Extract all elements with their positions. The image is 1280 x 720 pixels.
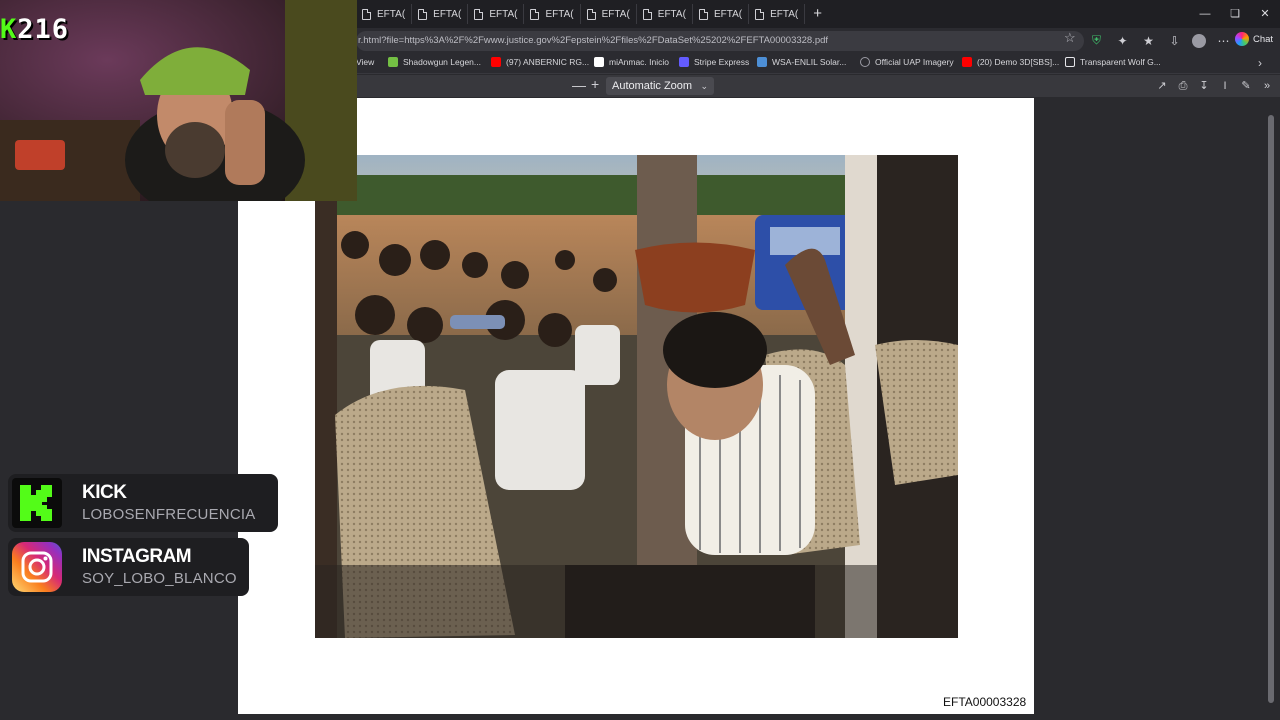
tab-label: EFTA( — [713, 8, 743, 20]
browser-tab[interactable]: EFTA( — [637, 4, 693, 24]
screen: EFTA( EFTA( EFTA( EFTA( EFTA( EFTA( EFTA… — [0, 0, 1280, 720]
bookmark-item[interactable]: (97) ANBERNIC RG... — [491, 57, 589, 67]
bookmark-label: Official UAP Imagery — [875, 57, 954, 67]
draw-tool-icon[interactable]: ✎ — [1241, 78, 1251, 94]
pdf-tool-icons: ↗ ⎙ ↧ I ✎ » — [1157, 78, 1272, 94]
tab-label: EFTA( — [770, 8, 799, 20]
bookmark-star-icon[interactable]: ☆ — [1064, 30, 1076, 46]
r-logo-icon — [594, 57, 604, 67]
favorites-icon[interactable]: ★ — [1140, 32, 1157, 49]
instagram-title: INSTAGRAM — [82, 546, 192, 567]
instagram-handle: SOY_LOBO_BLANCO — [82, 570, 237, 587]
kick-social-card: KICK LOBOSENFRECUENCIA — [8, 474, 278, 532]
bookmark-item[interactable]: miAnmac. Inicio — [594, 57, 669, 67]
document-photo — [315, 155, 958, 638]
globe-icon — [860, 57, 870, 67]
kick-k-icon: K — [0, 14, 18, 45]
pdf-doc-icon — [698, 8, 708, 20]
webcam-overlay: K216 — [0, 0, 357, 201]
browser-tab[interactable]: EFTA( — [581, 4, 637, 24]
bookmark-label: miAnmac. Inicio — [609, 57, 669, 67]
tab-label: EFTA( — [377, 8, 406, 20]
tab-label: EFTA( — [545, 8, 574, 20]
kick-handle: LOBOSENFRECUENCIA — [82, 506, 256, 523]
browser-tab[interactable]: EFTA( — [468, 4, 525, 24]
noaa-icon — [757, 57, 767, 67]
copilot-logo-icon — [1235, 32, 1249, 46]
bookmark-label: View — [356, 57, 375, 67]
text-tool-icon[interactable]: I — [1220, 78, 1230, 94]
open-external-icon[interactable]: ↗ — [1157, 78, 1167, 94]
zoom-out-button[interactable]: — — [572, 77, 586, 93]
save-icon[interactable]: ↧ — [1199, 78, 1209, 94]
bookmark-item[interactable]: Stripe Express — [679, 57, 749, 67]
instagram-social-card: INSTAGRAM SOY_LOBO_BLANCO — [8, 538, 249, 596]
extensions-puzzle-icon[interactable]: ✦ — [1114, 32, 1131, 49]
bookmark-item[interactable]: Transparent Wolf G... — [1065, 57, 1161, 67]
minimize-button[interactable]: — — [1190, 0, 1220, 28]
shield-extension-icon[interactable]: ⛨ — [1088, 32, 1105, 49]
zoom-in-button[interactable]: + — [591, 76, 599, 92]
document-id-label: EFTA00003328 — [943, 695, 1027, 709]
pdf-doc-icon — [586, 8, 596, 20]
copilot-chat-button[interactable]: Chat — [1235, 32, 1273, 46]
restore-button[interactable]: ❏ — [1220, 0, 1250, 28]
bookmark-label: Shadowgun Legen... — [403, 57, 481, 67]
address-bar[interactable]: r.html?file=https%3A%2F%2Fwww.justice.go… — [356, 31, 1084, 51]
stripe-icon — [679, 57, 689, 67]
downloads-icon[interactable]: ⇩ — [1166, 32, 1183, 49]
kick-title: KICK — [82, 482, 127, 503]
bookmark-label: WSA-ENLIL Solar... — [772, 57, 847, 67]
tab-label: EFTA( — [601, 8, 630, 20]
bus-interior-photo — [315, 155, 958, 638]
kick-follower-counter: K216 — [0, 14, 69, 45]
zoom-value: Automatic Zoom — [612, 80, 693, 92]
pdf-doc-icon — [642, 8, 652, 20]
pdf-doc-icon — [530, 8, 540, 20]
close-window-button[interactable]: ✕ — [1250, 0, 1280, 28]
bookmark-item[interactable]: Shadowgun Legen... — [388, 57, 481, 67]
bookmark-item[interactable]: Official UAP Imagery — [860, 57, 954, 67]
android-icon — [388, 57, 398, 67]
bookmark-label: Transparent Wolf G... — [1080, 57, 1161, 67]
browser-tab-active[interactable]: EFTA( — [749, 4, 806, 24]
bookmark-item[interactable]: View — [356, 57, 374, 67]
chat-label: Chat — [1253, 33, 1274, 45]
kick-logo-icon — [12, 478, 62, 528]
tab-label: EFTA( — [489, 8, 518, 20]
new-tab-button[interactable]: + — [805, 4, 830, 24]
chevron-down-icon: ⌄ — [700, 81, 708, 91]
youtube-icon — [962, 57, 972, 67]
print-icon[interactable]: ⎙ — [1178, 78, 1188, 94]
more-menu-icon[interactable]: ⋯ — [1215, 32, 1232, 49]
pdf-doc-icon — [755, 8, 765, 20]
bookmarks-overflow-chevron-icon[interactable]: › — [1258, 56, 1262, 70]
browser-tab[interactable]: EFTA( — [524, 4, 581, 24]
tab-label: EFTA( — [657, 8, 686, 20]
profile-avatar-icon[interactable] — [1192, 33, 1206, 48]
instagram-logo-icon — [12, 542, 62, 592]
youtube-icon — [491, 57, 501, 67]
bookmark-item[interactable]: WSA-ENLIL Solar... — [757, 57, 846, 67]
browser-tab[interactable]: EFTA( — [412, 4, 469, 24]
bookmark-label: (97) ANBERNIC RG... — [506, 57, 590, 67]
tab-label: EFTA( — [433, 8, 462, 20]
bookmark-label: (20) Demo 3D[SBS]... — [977, 57, 1060, 67]
window-controls: — ❏ ✕ — [1190, 0, 1280, 28]
vertical-scrollbar[interactable] — [1268, 115, 1274, 703]
pdf-doc-icon — [418, 8, 428, 20]
follower-count: 216 — [17, 14, 70, 45]
zoom-select[interactable]: Automatic Zoom ⌄ — [606, 77, 714, 95]
pdf-doc-icon — [362, 8, 371, 20]
pdf-doc-icon — [474, 8, 484, 20]
browser-tab[interactable]: EFTA( — [356, 4, 413, 24]
tab-list: EFTA( EFTA( EFTA( EFTA( EFTA( EFTA( EFTA… — [356, 4, 830, 24]
browser-tab[interactable]: EFTA( — [693, 4, 750, 24]
bookmark-item[interactable]: (20) Demo 3D[SBS]... — [962, 57, 1059, 67]
sidebar-toggle-icon[interactable]: » — [1262, 78, 1272, 94]
toolbar-icons: ⛨ ✦ ★ ⇩ ⋯ — [1088, 32, 1232, 49]
bookmark-label: Stripe Express — [694, 57, 750, 67]
page-icon — [1065, 57, 1075, 67]
